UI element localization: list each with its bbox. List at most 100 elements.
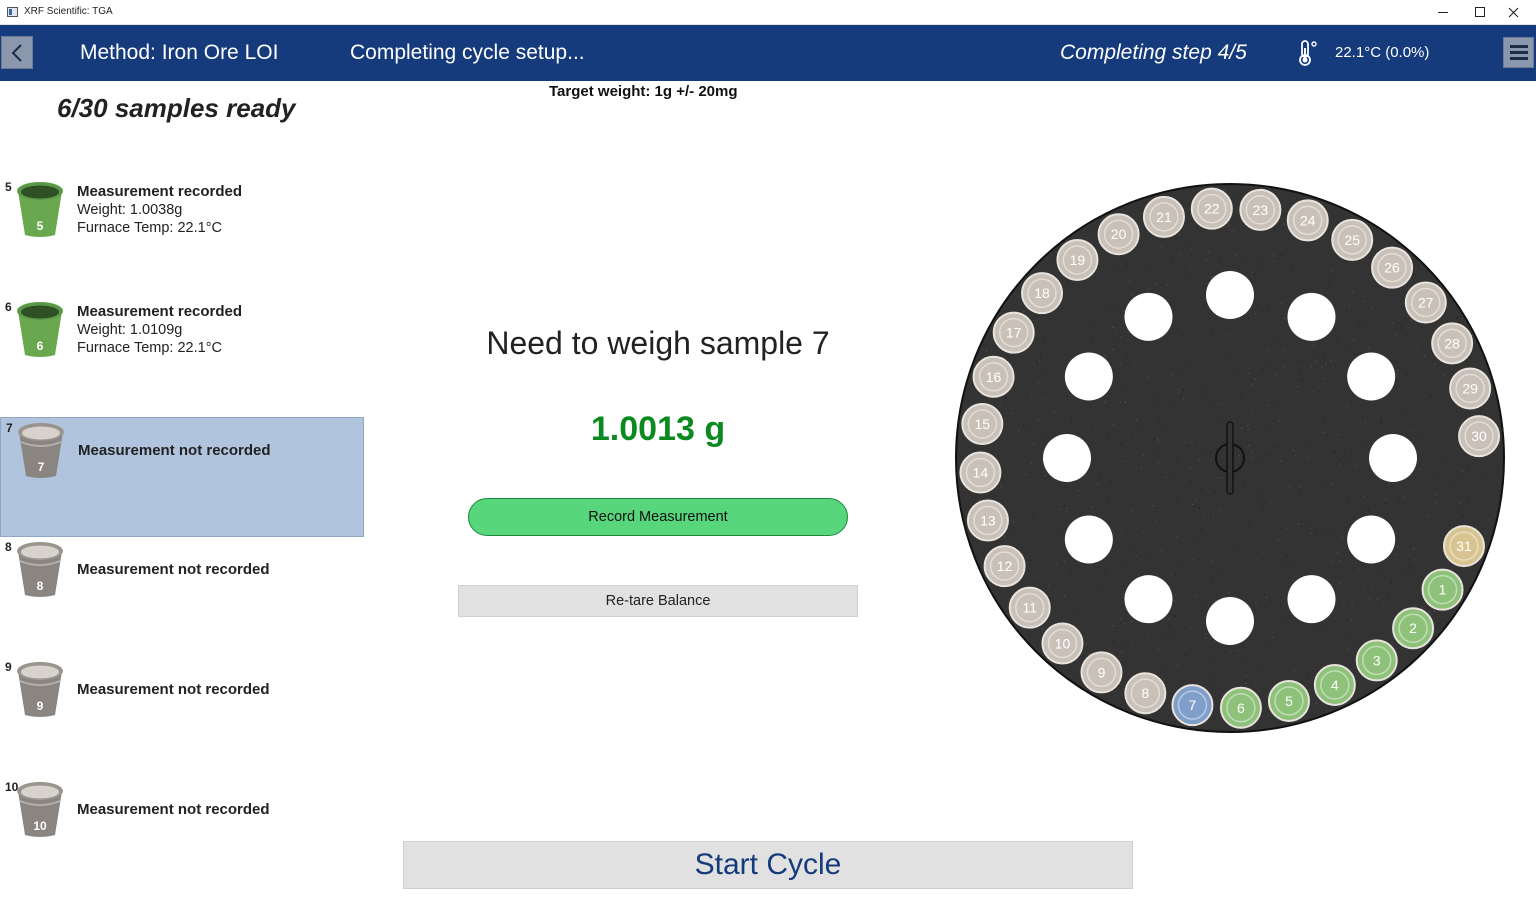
carousel-position-label: 19 — [1070, 252, 1086, 268]
sample-weight: Weight: 1.0038g — [77, 202, 182, 218]
empty-crucible-icon: 7 — [15, 418, 67, 480]
carousel-position-label: 13 — [980, 513, 996, 529]
carousel-position-label: 1 — [1439, 582, 1447, 598]
window-titlebar: XRF Scientific: TGA — [0, 0, 1536, 25]
empty-crucible-icon: 9 — [14, 657, 66, 719]
sample-number: 7 — [6, 421, 13, 435]
sample-status: Measurement recorded — [77, 183, 242, 200]
carousel-position[interactable]: 25 — [1332, 220, 1372, 260]
sample-item[interactable]: 8 8 Measurement not recorded — [0, 537, 364, 657]
crucible-label: 5 — [37, 219, 44, 233]
carousel-position[interactable]: 7 — [1172, 685, 1212, 725]
carousel-position-label: 7 — [1189, 697, 1197, 713]
carousel-hole — [1125, 293, 1173, 341]
close-button[interactable] — [1490, 0, 1536, 24]
carousel-position[interactable]: 23 — [1240, 190, 1280, 230]
carousel-position[interactable]: 14 — [960, 453, 1000, 493]
sample-item[interactable]: 7 7 Measurement not recorded — [0, 417, 364, 537]
target-weight: Target weight: 1g +/- 20mg — [549, 83, 738, 100]
carousel-position-label: 26 — [1384, 260, 1400, 276]
sample-number: 5 — [5, 180, 12, 194]
crucible-label: 6 — [37, 339, 44, 353]
sample-number: 9 — [5, 660, 12, 674]
carousel-position[interactable]: 31 — [1444, 526, 1484, 566]
sample-carousel: 1 2 3 4 5 6 7 8 9 10 11 12 13 14 15 16 17 18 19 20 21 22 23 24 2… — [950, 180, 1510, 740]
carousel-position[interactable]: 21 — [1144, 197, 1184, 237]
carousel-position-label: 21 — [1156, 209, 1172, 225]
sample-status: Measurement recorded — [77, 303, 242, 320]
thermometer-icon — [1295, 39, 1319, 67]
sample-item[interactable]: 10 10 Measurement not recorded — [0, 777, 364, 897]
carousel-position[interactable]: 16 — [974, 357, 1014, 397]
carousel-position-label: 16 — [986, 369, 1002, 385]
carousel-position[interactable]: 11 — [1010, 588, 1050, 628]
step-status: Completing step 4/5 — [1060, 41, 1247, 65]
window-title: XRF Scientific: TGA — [24, 6, 113, 17]
hamburger-icon — [1510, 45, 1528, 48]
carousel-position-label: 28 — [1444, 335, 1460, 351]
carousel-position[interactable]: 9 — [1081, 652, 1121, 692]
sample-status: Measurement not recorded — [77, 801, 270, 818]
carousel-position[interactable]: 13 — [968, 501, 1008, 541]
sample-item[interactable]: 5 5 Measurement recorded Weight: 1.0038g Fur… — [0, 177, 364, 297]
carousel-position[interactable]: 27 — [1406, 283, 1446, 323]
carousel-position[interactable]: 6 — [1221, 688, 1261, 728]
sample-item[interactable]: 6 6 Measurement recorded Weight: 1.0109g Fur… — [0, 297, 364, 417]
carousel-diagram: 12345678910111213141516171819202122 23242… — [950, 180, 1510, 740]
carousel-position-label: 23 — [1253, 202, 1269, 218]
carousel-position[interactable]: 10 — [1042, 624, 1082, 664]
filled-crucible-icon: 5 — [14, 177, 66, 239]
carousel-position[interactable]: 18 — [1022, 273, 1062, 313]
sample-status: Measurement not recorded — [77, 681, 270, 698]
carousel-position[interactable]: 1 — [1423, 570, 1463, 610]
carousel-position[interactable]: 4 — [1315, 665, 1355, 705]
sample-furnace-temp: Furnace Temp: 22.1°C — [77, 220, 222, 236]
start-cycle-button[interactable]: Start Cycle — [403, 841, 1133, 889]
sample-status: Measurement not recorded — [77, 561, 270, 578]
carousel-position[interactable]: 3 — [1357, 640, 1397, 680]
carousel-position[interactable]: 30 — [1459, 416, 1499, 456]
carousel-position[interactable]: 20 — [1099, 214, 1139, 254]
sample-number: 6 — [5, 300, 12, 314]
menu-button[interactable] — [1503, 37, 1534, 68]
retare-balance-button[interactable]: Re-tare Balance — [458, 585, 858, 617]
live-weight-readout: 1.0013 g — [458, 410, 858, 449]
carousel-position-label: 11 — [1022, 600, 1037, 616]
carousel-hole — [1065, 516, 1113, 564]
carousel-position[interactable]: 28 — [1432, 323, 1472, 363]
carousel-position[interactable]: 12 — [985, 546, 1025, 586]
carousel-position[interactable]: 17 — [994, 313, 1034, 353]
sample-item[interactable]: 9 9 Measurement not recorded — [0, 657, 364, 777]
method-title: Method: Iron Ore LOI — [80, 41, 278, 65]
carousel-position-label: 15 — [975, 416, 991, 432]
carousel-position[interactable]: 15 — [962, 404, 1002, 444]
carousel-position-label: 14 — [973, 465, 989, 481]
carousel-position-label: 29 — [1462, 380, 1478, 396]
samples-ready-count: 6/30 samples ready — [57, 93, 296, 124]
carousel-position[interactable]: 22 — [1192, 189, 1232, 229]
carousel-position-label: 4 — [1331, 677, 1339, 693]
carousel-position[interactable]: 26 — [1372, 248, 1412, 288]
carousel-hole — [1347, 353, 1395, 401]
weigh-prompt: Need to weigh sample 7 — [458, 325, 858, 362]
carousel-position-label: 17 — [1006, 325, 1022, 341]
carousel-position[interactable]: 8 — [1125, 673, 1165, 713]
carousel-position-label: 24 — [1300, 212, 1316, 228]
back-button[interactable] — [1, 36, 33, 69]
carousel-position-label: 18 — [1034, 285, 1050, 301]
crucible-label: 10 — [33, 819, 47, 833]
carousel-position[interactable]: 5 — [1269, 681, 1309, 721]
record-measurement-button[interactable]: Record Measurement — [468, 498, 848, 536]
carousel-position-label: 3 — [1373, 652, 1381, 668]
carousel-hole — [1043, 434, 1091, 482]
close-icon — [1508, 7, 1519, 18]
carousel-position[interactable]: 24 — [1288, 200, 1328, 240]
sample-status: Measurement not recorded — [78, 442, 271, 459]
carousel-position-label: 8 — [1141, 685, 1149, 701]
carousel-position[interactable]: 19 — [1057, 240, 1097, 280]
carousel-position[interactable]: 2 — [1393, 608, 1433, 648]
carousel-position[interactable]: 29 — [1450, 368, 1490, 408]
carousel-hole — [1065, 353, 1113, 401]
carousel-hole — [1206, 597, 1254, 645]
empty-crucible-icon: 8 — [14, 537, 66, 599]
